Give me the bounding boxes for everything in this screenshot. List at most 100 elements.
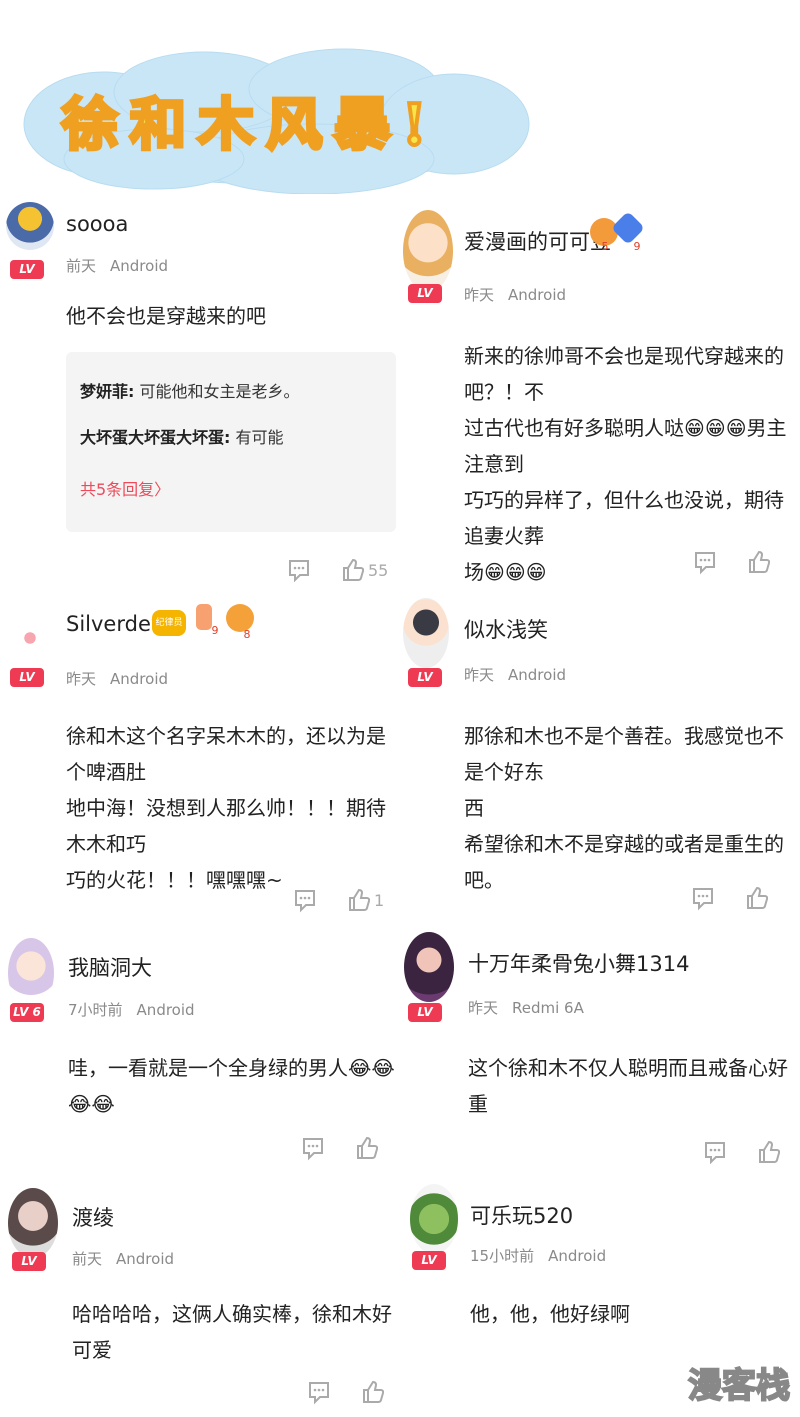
username[interactable]: 似水浅笑	[464, 614, 548, 644]
comment-icon	[309, 1382, 329, 1405]
reply-line: 大坏蛋大坏蛋大坏蛋: 有可能	[80, 424, 284, 448]
thumbs-up-icon	[759, 1140, 780, 1163]
thumbs-up-icon	[357, 1136, 378, 1159]
comment-icon	[705, 1142, 725, 1165]
level-badge: LV 12	[412, 1251, 446, 1286]
reply-button[interactable]	[302, 1136, 324, 1162]
comment-meta: 昨天 Android	[464, 664, 566, 685]
reply-button[interactable]	[692, 886, 714, 912]
comment-icon	[693, 888, 713, 911]
comment-device: Android	[508, 666, 567, 684]
level-badge: LV 6	[10, 1003, 44, 1022]
comment-time: 7小时前	[68, 1001, 123, 1019]
level-badge: LV 52	[408, 284, 442, 319]
thumbs-up-icon	[747, 886, 768, 909]
more-replies-link[interactable]: 共5条回复〉	[80, 476, 170, 500]
comment-text: 这个徐和木不仅人聪明而且戒备心好重	[468, 1056, 788, 1116]
comment-meta: 昨天 Android	[66, 668, 168, 689]
comment-time: 前天	[72, 1250, 103, 1268]
reply-button[interactable]	[288, 558, 310, 584]
comment-time: 15小时前	[470, 1247, 535, 1265]
like-button[interactable]	[758, 1139, 780, 1165]
title-banner: 徐和木风暴!	[14, 44, 534, 194]
reply-box[interactable]: 梦妍菲: 可能他和女主是老乡。 大坏蛋大坏蛋大坏蛋: 有可能 共5条回复〉	[66, 352, 396, 532]
thumbs-up-icon	[749, 550, 770, 573]
reply-text: 有可能	[230, 428, 284, 447]
comment-time: 昨天	[464, 286, 495, 304]
watermark: 漫客栈	[687, 1365, 791, 1407]
reply-user[interactable]: 大坏蛋大坏蛋大坏蛋:	[80, 428, 230, 447]
avatar[interactable]	[403, 210, 453, 292]
reply-button[interactable]	[704, 1140, 726, 1166]
like-button[interactable]	[746, 885, 768, 911]
comment-device: Android	[548, 1247, 607, 1265]
comment-text: 徐和木这个名字呆木木的，还以为是个啤酒肚 地中海！没想到人那么帅！！！期待木木和…	[66, 724, 386, 892]
reply-text: 可能他和女主是老乡。	[134, 382, 300, 401]
comment-time: 前天	[66, 257, 97, 275]
avatar[interactable]	[403, 598, 449, 668]
comment-text: 哇，一看就是一个全身绿的男人😂😂😂😂	[68, 1056, 395, 1116]
level-badge: LV 13	[408, 668, 442, 703]
bottle-level: 9	[211, 624, 219, 637]
comment-text: 哈哈哈哈，这俩人确实棒，徐和木好可爱	[72, 1302, 392, 1362]
comment-device: Android	[116, 1250, 175, 1268]
avatar[interactable]	[410, 1184, 458, 1254]
reply-button[interactable]	[294, 888, 316, 914]
thumbs-up-icon	[363, 1380, 384, 1403]
cat-level: 8	[243, 628, 251, 641]
avatar[interactable]	[6, 202, 54, 250]
comment-meta: 前天 Android	[66, 255, 168, 276]
comment-text: 他不会也是穿越来的吧	[66, 304, 266, 328]
discipline-tag: 纪律员	[152, 610, 186, 636]
comment-time: 昨天	[66, 670, 97, 688]
medal-level: 5	[601, 240, 609, 253]
comment-device: Android	[110, 257, 169, 275]
level-badge: LV 21	[408, 1003, 442, 1038]
avatar[interactable]	[8, 1188, 58, 1258]
comment-time: 昨天	[464, 666, 495, 684]
like-button[interactable]	[356, 1135, 378, 1161]
reply-line: 梦妍菲: 可能他和女主是老乡。	[80, 378, 300, 402]
comment-meta: 7小时前 Android	[68, 999, 195, 1020]
comment-meta: 昨天 Redmi 6A	[468, 997, 584, 1018]
like-button[interactable]: 1	[348, 887, 384, 913]
username[interactable]: 渡绫	[72, 1202, 114, 1232]
comment-text: 那徐和木也不是个善茬。我感觉也不是个好东 西 希望徐和木不是穿越的或者是重生的吧…	[464, 724, 784, 892]
level-badge: LV 13	[12, 1252, 46, 1287]
reply-user[interactable]: 梦妍菲:	[80, 382, 134, 401]
comment-icon	[303, 1138, 323, 1161]
level-badge: LV 19	[10, 260, 44, 295]
avatar[interactable]	[8, 938, 54, 1008]
banner-title: 徐和木风暴!	[60, 90, 439, 160]
comment-meta: 15小时前 Android	[470, 1245, 606, 1266]
like-count: 1	[374, 890, 385, 910]
like-button[interactable]	[362, 1379, 384, 1405]
comment-device: Android	[136, 1001, 195, 1019]
username[interactable]: soooa	[66, 212, 128, 236]
comment-icon	[695, 552, 715, 575]
comment-meta: 前天 Android	[72, 1248, 174, 1269]
reply-button[interactable]	[694, 550, 716, 576]
comment-icon	[295, 890, 315, 913]
comment-device: Android	[508, 286, 567, 304]
thumbs-up-icon	[343, 558, 364, 581]
comment-time: 昨天	[468, 999, 499, 1017]
username[interactable]: 十万年柔骨兔小舞1314	[468, 948, 689, 978]
username[interactable]: 我脑洞大	[68, 952, 152, 982]
comment-meta: 昨天 Android	[464, 284, 566, 305]
reply-button[interactable]	[308, 1380, 330, 1406]
comment-device: Android	[110, 670, 169, 688]
gift-level: 9	[633, 240, 641, 253]
username[interactable]: 爱漫画的可可豆	[464, 226, 611, 256]
comment-text: 他，他，他好绿啊	[470, 1302, 630, 1326]
thumbs-up-icon	[349, 888, 370, 911]
avatar[interactable]	[8, 616, 52, 660]
comment-icon	[289, 560, 309, 583]
avatar[interactable]	[404, 932, 454, 1002]
comment-device: Redmi 6A	[512, 999, 584, 1017]
username[interactable]: 可乐玩520	[470, 1200, 573, 1230]
like-count: 55	[368, 560, 389, 580]
like-button[interactable]	[748, 549, 770, 575]
level-badge: LV 29	[10, 668, 44, 703]
like-button[interactable]: 55	[342, 557, 388, 583]
